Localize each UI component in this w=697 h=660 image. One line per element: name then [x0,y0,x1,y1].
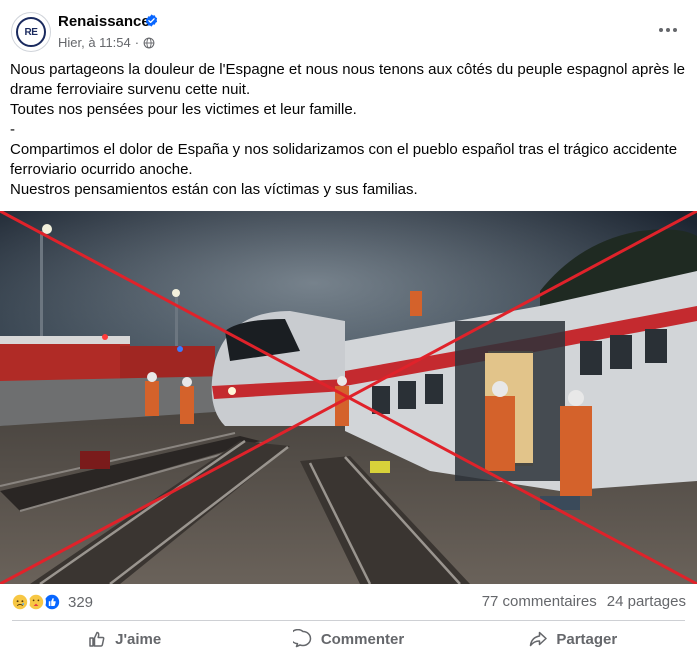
timestamp[interactable]: Hier, à 11:54 [58,35,131,50]
meta-separator: · [134,35,140,50]
post-meta: Hier, à 11:54 · [58,35,155,50]
page-name[interactable]: Renaissance [58,13,150,30]
train-crash-photo-illustration [0,211,697,584]
comment-button[interactable]: Commenter [236,621,460,657]
share-button[interactable]: Partager [461,621,685,657]
like-label: J'aime [115,630,162,648]
engagement-counts: 77 commentaires 24 partages [482,593,686,610]
sad-reaction-icon [10,592,30,612]
post-text-line: Nous partageons la douleur de l'Espagne … [10,61,690,98]
globe-icon [143,37,155,48]
post-text-line: - [10,121,15,138]
verified-badge-icon [145,14,158,27]
comments-count[interactable]: 77 commentaires [482,593,597,610]
post-text-line: Toutes nos pensées pour les victimes et … [10,101,357,118]
avatar-logo: RE [16,17,46,47]
comment-label: Commenter [320,630,405,648]
post-text: Nous partageons la douleur de l'Espagne … [10,60,690,200]
avatar[interactable]: RE [11,12,51,52]
post-text-line: Compartimos el dolor de España y nos sol… [10,141,682,178]
post-text-line: Nuestros pensamientos están con las víct… [10,181,418,198]
thumbs-up-icon [89,631,105,647]
share-arrow-icon [530,631,548,647]
reactions-summary[interactable]: 329 [10,591,93,613]
shares-count[interactable]: 24 partages [607,593,686,610]
post-header: RE Renaissance Hier, à 11:54 · [0,0,697,62]
post-photo[interactable] [0,211,697,584]
comment-bubble-icon [292,629,311,648]
post-actions: J'aime Commenter Partager [12,621,685,657]
more-options-button[interactable] [656,18,680,42]
more-dots-icon [659,28,677,32]
like-button[interactable]: J'aime [12,621,236,657]
reaction-count: 329 [68,593,94,611]
share-label: Partager [556,630,618,648]
